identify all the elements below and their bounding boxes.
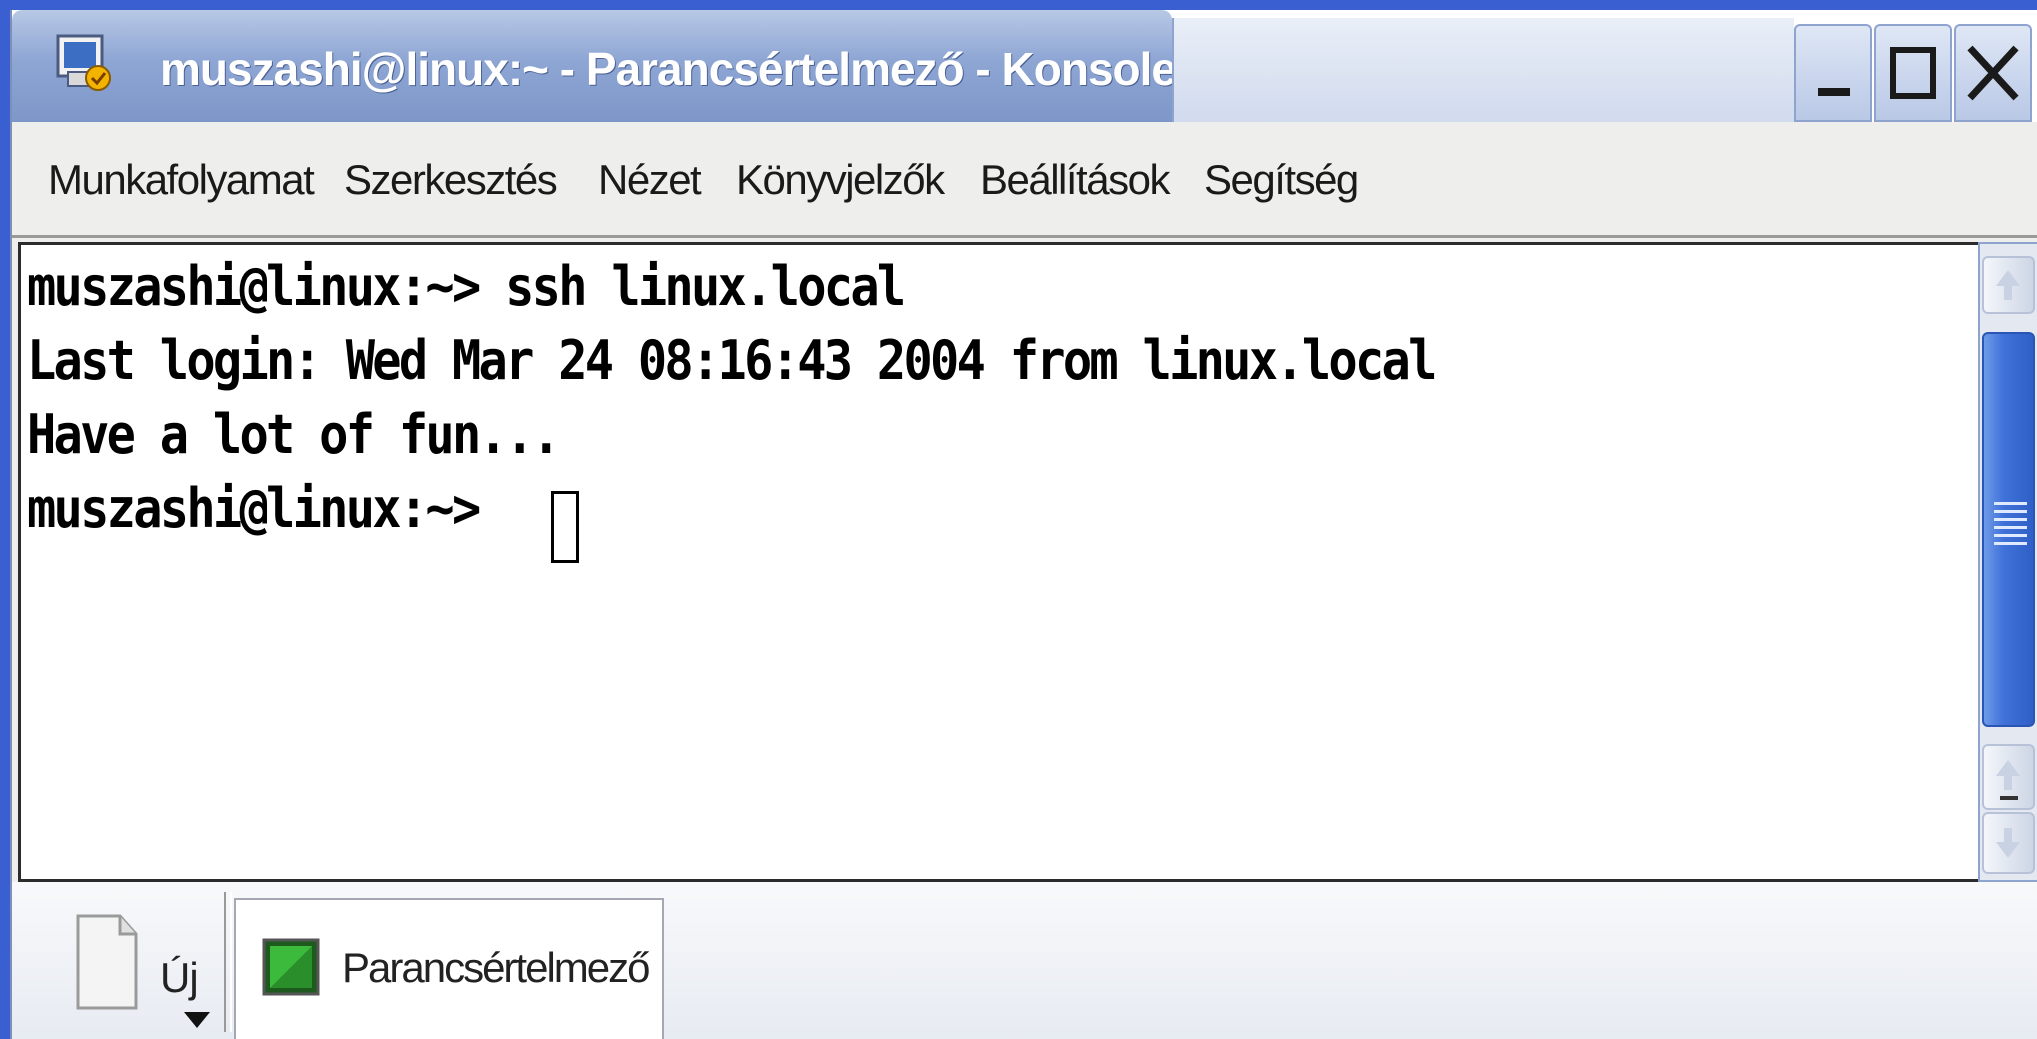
vertical-scrollbar[interactable] <box>1978 242 2037 882</box>
new-session-label: Új <box>160 954 199 1001</box>
terminal-line: muszashi@linux:~> ssh linux.local <box>27 255 906 318</box>
text-cursor <box>551 491 579 563</box>
session-tab-bar: Új Parancsértelmező <box>12 882 2037 1039</box>
menu-nezet[interactable]: Nézet <box>598 156 702 204</box>
arrow-up-icon <box>1996 760 2020 800</box>
close-icon <box>1967 45 2019 101</box>
minimize-button[interactable] <box>1794 24 1872 122</box>
menu-szerkesztes[interactable]: Szerkesztés <box>344 156 558 204</box>
terminal-line: Have a lot of fun... <box>27 403 561 466</box>
close-button[interactable] <box>1954 24 2032 122</box>
dropdown-arrow-icon[interactable] <box>182 1010 212 1030</box>
scroll-down-button[interactable] <box>1982 812 2035 874</box>
active-title-tab[interactable]: muszashi@linux:~ - Parancsértelmező - Ko… <box>12 10 1177 122</box>
menu-konyvjelzok[interactable]: Könyvjelzők <box>736 156 945 204</box>
menu-bar: Munkafolyamat Szerkesztés Nézet Könyvjel… <box>12 122 2037 238</box>
terminal-session-icon <box>262 938 320 996</box>
terminal-line: Last login: Wed Mar 24 08:16:43 2004 fro… <box>27 329 1437 392</box>
session-tab-label: Parancsértelmező <box>342 944 650 991</box>
title-bar-space[interactable] <box>1172 18 1794 122</box>
window-title: muszashi@linux:~ - Parancsértelmező - Ko… <box>160 43 1177 95</box>
maximize-icon <box>1890 47 1936 99</box>
menu-munkafolyamat[interactable]: Munkafolyamat <box>48 156 315 204</box>
new-session-button[interactable]: Új <box>32 902 212 1030</box>
arrow-up-icon <box>1996 270 2020 300</box>
session-tab[interactable]: Parancsértelmező <box>234 898 664 1039</box>
scroll-up-button[interactable] <box>1982 256 2035 314</box>
menu-segitseg[interactable]: Segítség <box>1204 156 1359 204</box>
konsole-app-icon[interactable] <box>54 32 118 96</box>
arrow-down-icon <box>1996 828 2020 858</box>
minimize-icon <box>1818 88 1850 96</box>
konsole-window: muszashi@linux:~ - Parancsértelmező - Ko… <box>10 10 2037 1039</box>
tab-separator <box>224 892 232 1032</box>
title-bar[interactable]: muszashi@linux:~ - Parancsértelmező - Ko… <box>12 10 2037 122</box>
maximize-button[interactable] <box>1874 24 1952 122</box>
terminal-output[interactable]: muszashi@linux:~> ssh linux.local Last l… <box>18 242 1978 882</box>
new-document-icon <box>76 914 138 1010</box>
scroll-thumb[interactable] <box>1982 332 2035 727</box>
menu-beallitasok[interactable]: Beállítások <box>980 156 1170 204</box>
scroll-up-small-button[interactable] <box>1982 744 2035 810</box>
terminal-prompt-line: muszashi@linux:~> <box>27 477 506 540</box>
